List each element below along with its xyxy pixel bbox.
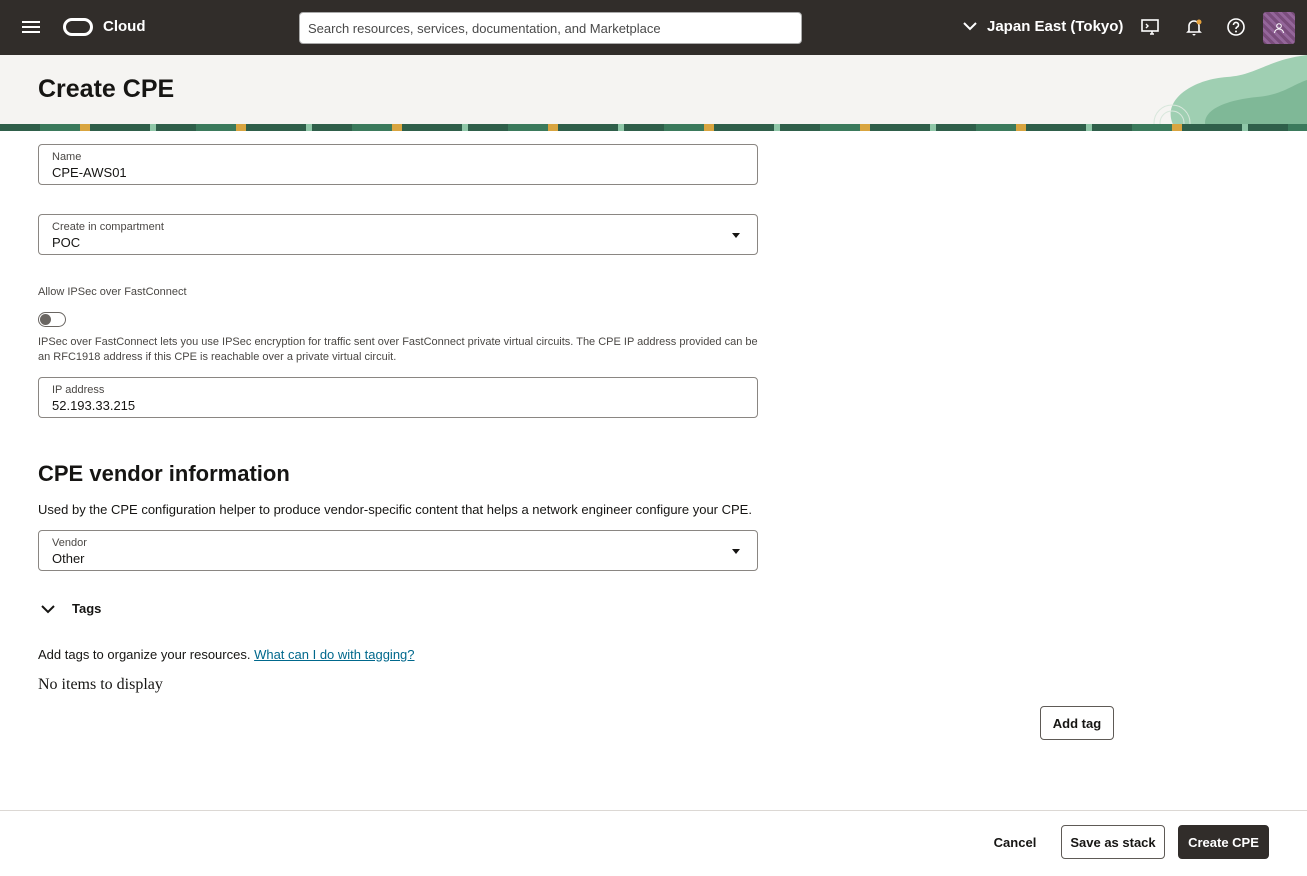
region-selector[interactable]: Japan East (Tokyo) bbox=[963, 18, 1123, 35]
bell-icon[interactable] bbox=[1184, 17, 1204, 37]
top-bar: Cloud Japan East (Tokyo) bbox=[0, 0, 1307, 55]
ipsec-label: Allow IPSec over FastConnect bbox=[38, 286, 187, 298]
user-icon bbox=[1274, 23, 1284, 34]
help-icon[interactable] bbox=[1226, 17, 1246, 37]
oracle-logo-icon[interactable] bbox=[63, 18, 93, 36]
page-header: Create CPE bbox=[0, 55, 1307, 131]
cloud-shell-icon[interactable] bbox=[1140, 17, 1160, 37]
ip-address-label: IP address bbox=[52, 384, 105, 396]
tags-label: Tags bbox=[72, 601, 102, 616]
ipsec-toggle[interactable] bbox=[38, 312, 66, 327]
save-as-stack-button[interactable]: Save as stack bbox=[1061, 825, 1165, 859]
region-label: Japan East (Tokyo) bbox=[987, 18, 1124, 35]
compartment-value: POC bbox=[52, 235, 81, 250]
menu-icon[interactable] bbox=[22, 18, 40, 36]
toggle-knob bbox=[40, 314, 51, 325]
compartment-select[interactable]: Create in compartment POC bbox=[38, 214, 758, 255]
name-value: CPE-AWS01 bbox=[52, 165, 127, 180]
tags-description-text: Add tags to organize your resources. bbox=[38, 647, 251, 662]
cancel-button[interactable]: Cancel bbox=[985, 825, 1045, 859]
vendor-select[interactable]: Vendor Other bbox=[38, 530, 758, 571]
compartment-label: Create in compartment bbox=[52, 221, 164, 233]
chevron-down-icon bbox=[41, 604, 55, 613]
chevron-down-icon bbox=[963, 22, 977, 31]
name-label: Name bbox=[52, 151, 82, 163]
tags-section-toggle[interactable]: Tags bbox=[38, 601, 101, 616]
vendor-section-description: Used by the CPE configuration helper to … bbox=[38, 502, 752, 517]
name-field[interactable]: Name CPE-AWS01 bbox=[38, 144, 758, 185]
tagging-help-link[interactable]: What can I do with tagging? bbox=[254, 647, 414, 662]
footer-bar: Cancel Save as stack Create CPE bbox=[0, 810, 1307, 876]
dropdown-caret-icon bbox=[732, 549, 740, 554]
create-cpe-button[interactable]: Create CPE bbox=[1178, 825, 1269, 859]
vendor-value: Other bbox=[52, 551, 85, 566]
header-decoration-band bbox=[0, 124, 1307, 131]
tags-description: Add tags to organize your resources. Wha… bbox=[38, 647, 415, 662]
page-title: Create CPE bbox=[38, 75, 175, 103]
vendor-section-title: CPE vendor information bbox=[38, 461, 290, 486]
empty-tags-message: No items to display bbox=[38, 676, 163, 693]
add-tag-button[interactable]: Add tag bbox=[1040, 706, 1114, 740]
ipsec-help-text: IPSec over FastConnect lets you use IPSe… bbox=[38, 336, 758, 363]
user-avatar[interactable] bbox=[1263, 12, 1295, 44]
dropdown-caret-icon bbox=[732, 233, 740, 238]
vendor-label: Vendor bbox=[52, 537, 87, 549]
search-input[interactable] bbox=[299, 12, 802, 44]
ip-address-field[interactable]: IP address 52.193.33.215 bbox=[38, 377, 758, 418]
header-decoration bbox=[1153, 55, 1307, 131]
brand-name[interactable]: Cloud bbox=[103, 18, 146, 35]
ip-address-value: 52.193.33.215 bbox=[52, 398, 136, 413]
